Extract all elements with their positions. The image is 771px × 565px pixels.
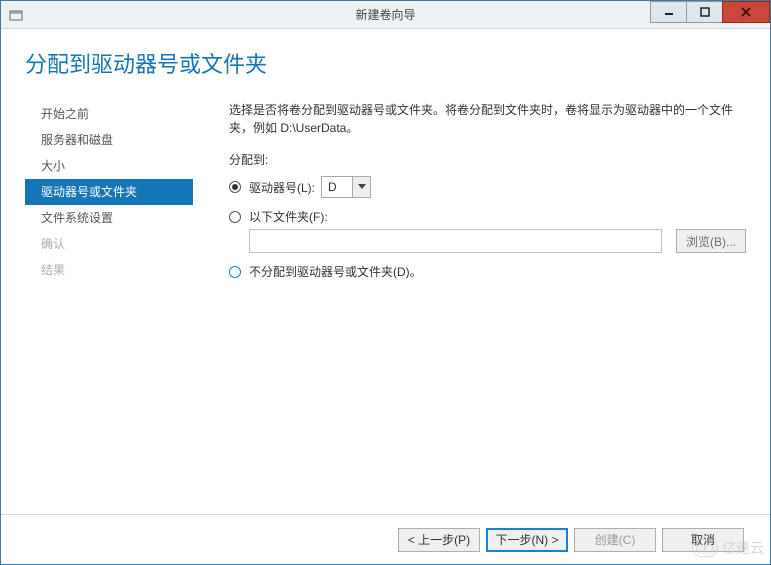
folder-input-row: 浏览(B)...: [249, 229, 746, 253]
wizard-body: 分配到驱动器号或文件夹 开始之前 服务器和磁盘 大小 驱动器号或文件夹 文件系统…: [1, 29, 770, 514]
previous-button[interactable]: < 上一步(P): [398, 528, 480, 552]
wizard-steps-sidebar: 开始之前 服务器和磁盘 大小 驱动器号或文件夹 文件系统设置 确认 结果: [25, 101, 193, 506]
option-folder[interactable]: 以下文件夹(F):: [229, 208, 746, 225]
step-confirm: 确认: [25, 231, 193, 257]
step-drive-letter-folder[interactable]: 驱动器号或文件夹: [25, 179, 193, 205]
drive-letter-value: D: [322, 177, 352, 197]
close-button[interactable]: [722, 1, 770, 23]
create-button: 创建(C): [574, 528, 656, 552]
step-filesystem[interactable]: 文件系统设置: [25, 205, 193, 231]
wizard-content: 选择是否将卷分配到驱动器号或文件夹。将卷分配到文件夹时，卷将显示为驱动器中的一个…: [193, 101, 746, 506]
radio-none[interactable]: [229, 266, 241, 278]
none-label: 不分配到驱动器号或文件夹(D)。: [249, 263, 422, 280]
option-none[interactable]: 不分配到驱动器号或文件夹(D)。: [229, 263, 746, 280]
folder-path-input[interactable]: [249, 229, 662, 253]
description-text: 选择是否将卷分配到驱动器号或文件夹。将卷分配到文件夹时，卷将显示为驱动器中的一个…: [229, 101, 746, 137]
radio-drive-letter[interactable]: [229, 181, 241, 193]
dropdown-icon: [352, 177, 370, 197]
cancel-button[interactable]: 取消: [662, 528, 744, 552]
window-buttons: [650, 1, 770, 28]
step-list: 开始之前 服务器和磁盘 大小 驱动器号或文件夹 文件系统设置 确认 结果: [25, 101, 193, 283]
step-size[interactable]: 大小: [25, 153, 193, 179]
titlebar: 新建卷向导: [1, 1, 770, 29]
step-before-begin[interactable]: 开始之前: [25, 101, 193, 127]
wizard-window: 新建卷向导 分配到驱动器号或文件夹 开始之前 服务器和磁盘 大小 驱动器号或: [0, 0, 771, 565]
columns: 开始之前 服务器和磁盘 大小 驱动器号或文件夹 文件系统设置 确认 结果 选择是…: [25, 101, 746, 506]
step-server-disk[interactable]: 服务器和磁盘: [25, 127, 193, 153]
page-title: 分配到驱动器号或文件夹: [25, 47, 746, 79]
radio-folder[interactable]: [229, 211, 241, 223]
wizard-footer: < 上一步(P) 下一步(N) > 创建(C) 取消: [1, 514, 770, 564]
next-button[interactable]: 下一步(N) >: [486, 528, 568, 552]
drive-letter-label: 驱动器号(L):: [249, 179, 315, 196]
assign-to-label: 分配到:: [229, 151, 746, 168]
browse-button[interactable]: 浏览(B)...: [676, 229, 746, 253]
option-drive-letter[interactable]: 驱动器号(L): D: [229, 176, 746, 198]
drive-letter-select[interactable]: D: [321, 176, 371, 198]
step-result: 结果: [25, 257, 193, 283]
app-icon: [5, 4, 27, 26]
folder-label: 以下文件夹(F):: [249, 208, 328, 225]
maximize-button[interactable]: [686, 1, 722, 23]
minimize-button[interactable]: [650, 1, 686, 23]
